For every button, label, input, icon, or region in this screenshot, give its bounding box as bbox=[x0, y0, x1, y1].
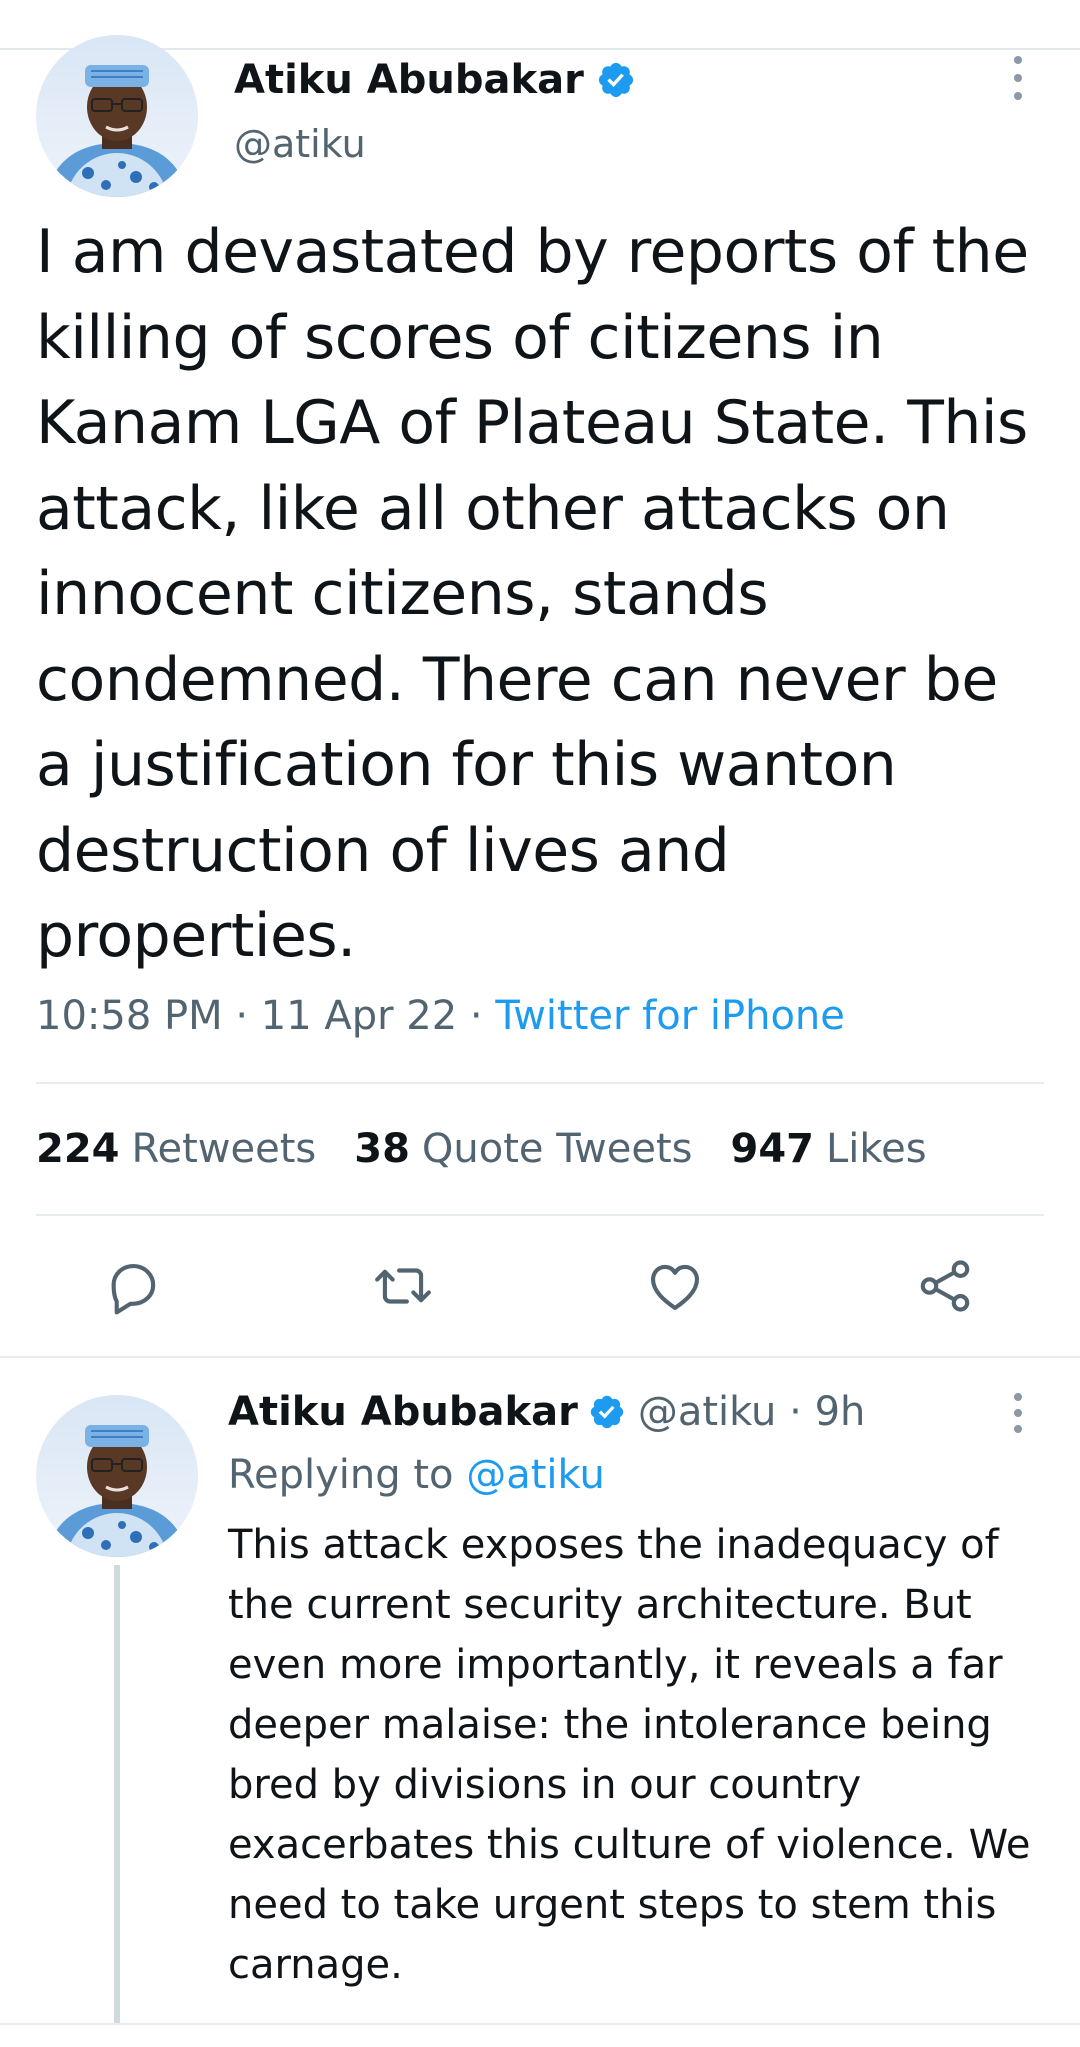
quote-tweets-label: Quote Tweets bbox=[421, 1126, 693, 1172]
tweet-time[interactable]: 10:58 PM bbox=[36, 993, 223, 1039]
retweets-count: 224 bbox=[36, 1126, 120, 1172]
likes-stat[interactable]: 947 Likes bbox=[731, 1121, 927, 1177]
reply-tweet-text: This attack exposes the inadequacy of th… bbox=[228, 1522, 1031, 1988]
tweet-meta: 10:58 PM · 11 Apr 22 · Twitter for iPhon… bbox=[36, 988, 845, 1044]
replying-to: Replying to @atiku bbox=[228, 1447, 605, 1503]
divider bbox=[36, 1082, 1044, 1084]
avatar[interactable] bbox=[36, 1395, 198, 1557]
section-divider bbox=[0, 1356, 1080, 1358]
author-name[interactable]: Atiku Abubakar bbox=[234, 54, 584, 106]
meta-separator: · bbox=[457, 993, 496, 1039]
reply-handle[interactable]: @atiku · 9h bbox=[638, 1384, 866, 1440]
quote-tweets-stat[interactable]: 38 Quote Tweets bbox=[354, 1121, 692, 1177]
thread-line bbox=[114, 1565, 120, 2025]
reply-icon[interactable] bbox=[102, 1255, 164, 1317]
avatar[interactable] bbox=[36, 35, 198, 197]
divider bbox=[0, 2023, 1080, 2025]
meta-separator: · bbox=[222, 993, 261, 1039]
tweet-text: I am devastated by reports of the killin… bbox=[36, 217, 1029, 971]
replying-prefix: Replying to bbox=[228, 1452, 467, 1498]
retweets-stat[interactable]: 224 Retweets bbox=[36, 1121, 316, 1177]
likes-count: 947 bbox=[730, 1126, 815, 1172]
verified-badge-icon bbox=[596, 60, 636, 100]
tweet-date[interactable]: 11 Apr 22 bbox=[261, 993, 457, 1039]
reply-author-name[interactable]: Atiku Abubakar bbox=[228, 1384, 578, 1440]
more-options-icon[interactable] bbox=[1008, 1393, 1028, 1433]
tweet-stats: 224 Retweets 38 Quote Tweets 947 Likes bbox=[36, 1121, 965, 1177]
quote-tweets-count: 38 bbox=[354, 1126, 410, 1172]
more-options-icon[interactable] bbox=[1008, 56, 1028, 100]
verified-badge-icon bbox=[588, 1393, 626, 1431]
retweets-label: Retweets bbox=[131, 1126, 317, 1172]
reply-age: 9h bbox=[814, 1389, 866, 1435]
likes-label: Likes bbox=[826, 1126, 927, 1172]
like-icon[interactable] bbox=[644, 1255, 706, 1317]
retweet-icon[interactable] bbox=[372, 1255, 434, 1317]
author-handle[interactable]: @atiku bbox=[234, 118, 366, 170]
divider bbox=[36, 1214, 1044, 1216]
share-icon[interactable] bbox=[914, 1255, 976, 1317]
replying-to-mention[interactable]: @atiku bbox=[466, 1452, 605, 1498]
main-tweet: Atiku Abubakar @atiku I am devastated by… bbox=[0, 0, 1080, 1358]
tweet-source-link[interactable]: Twitter for iPhone bbox=[495, 993, 845, 1039]
reply-header: Atiku Abubakar @atiku · 9h bbox=[228, 1384, 865, 1440]
author-row: Atiku Abubakar bbox=[234, 54, 636, 106]
